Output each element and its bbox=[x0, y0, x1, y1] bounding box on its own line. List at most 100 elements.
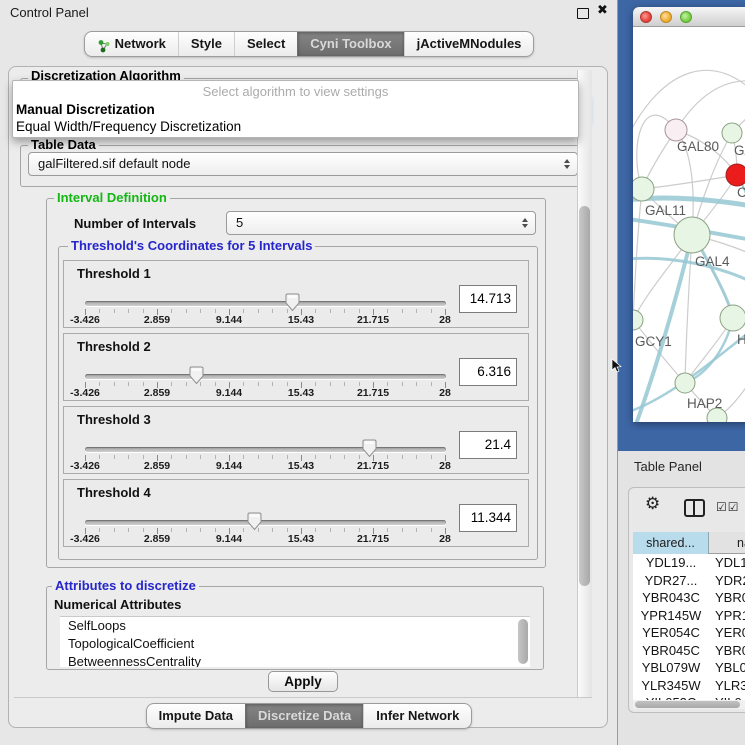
node-label: C bbox=[737, 185, 745, 200]
slider-tick bbox=[99, 309, 100, 313]
close-traffic-light-icon[interactable] bbox=[640, 11, 652, 23]
network-node[interactable] bbox=[722, 123, 742, 143]
slider-tick bbox=[143, 382, 144, 386]
numerical-attributes-list[interactable]: SelfLoopsTopologicalCoefficientBetweenne… bbox=[60, 616, 530, 667]
network-node[interactable] bbox=[726, 164, 745, 186]
column-header-name[interactable]: na bbox=[737, 532, 745, 554]
tab-label: Cyni Toolbox bbox=[310, 32, 391, 56]
tab-style[interactable]: Style bbox=[178, 32, 234, 56]
node-table[interactable]: shared... na YDL19...YDL1YDR27...YDR2YBR… bbox=[633, 532, 745, 702]
network-icon bbox=[97, 37, 110, 51]
node-label: GCY1 bbox=[635, 334, 672, 349]
attribute-list-item[interactable]: TopologicalCoefficient bbox=[60, 635, 530, 653]
float-window-icon[interactable] bbox=[577, 8, 589, 19]
slider-tick bbox=[143, 309, 144, 313]
network-canvas[interactable]: GAL80GACGAL11GAL4GCY1HHAP2 bbox=[633, 27, 745, 422]
network-node[interactable] bbox=[633, 310, 643, 330]
combo-stepper-icon[interactable] bbox=[520, 212, 530, 234]
table-row[interactable]: YER054CYER0 bbox=[633, 624, 745, 642]
panel-title: Control Panel bbox=[10, 5, 89, 20]
algorithm-option-2[interactable]: Equal Width/Frequency Discretization bbox=[15, 118, 576, 135]
network-window-titlebar[interactable] bbox=[633, 7, 745, 27]
slider-tick bbox=[416, 382, 417, 386]
tab-impute-data[interactable]: Impute Data bbox=[147, 704, 245, 728]
slider-thumb[interactable] bbox=[189, 366, 204, 390]
tab-cyni-toolbox[interactable]: Cyni Toolbox bbox=[297, 32, 403, 56]
slider-tick bbox=[344, 382, 345, 386]
tab-infer-network[interactable]: Infer Network bbox=[363, 704, 471, 728]
threshold-label: Threshold 4 bbox=[77, 485, 151, 500]
table-data-combobox-value: galFiltered.sif default node bbox=[38, 156, 190, 171]
control-panel-window: Control Panel ✖ NetworkStyle Select Cyni T… bbox=[0, 0, 618, 745]
interval-definition-title: Interval Definition bbox=[54, 191, 170, 205]
table-row[interactable]: YDR27...YDR2 bbox=[633, 572, 745, 590]
apply-button[interactable]: Apply bbox=[268, 671, 338, 692]
slider-tick bbox=[287, 455, 288, 459]
panel-scrollbar-thumb[interactable] bbox=[579, 206, 590, 586]
slider-tick bbox=[114, 528, 115, 532]
slider-tick bbox=[431, 528, 432, 532]
slider-tick bbox=[114, 382, 115, 386]
column-header-shared-name[interactable]: shared... bbox=[633, 532, 709, 554]
table-hscrollbar-thumb[interactable] bbox=[635, 701, 740, 708]
tab-network[interactable]: Network bbox=[85, 32, 178, 56]
slider-thumb[interactable] bbox=[362, 439, 377, 463]
slider-tick bbox=[243, 309, 244, 313]
network-edge bbox=[642, 175, 737, 189]
table-row[interactable]: YBR043CYBR0 bbox=[633, 589, 745, 607]
number-of-intervals-combobox[interactable]: 5 bbox=[226, 211, 536, 235]
table-data-combobox[interactable]: galFiltered.sif default node bbox=[28, 152, 578, 176]
split-view-icon[interactable] bbox=[684, 499, 705, 517]
table-row[interactable]: YPR145WYPR1 bbox=[633, 607, 745, 625]
threshold-value-field[interactable]: 14.713 bbox=[459, 285, 517, 313]
tab-label: Select bbox=[247, 32, 285, 56]
slider-track[interactable] bbox=[85, 374, 446, 379]
close-icon[interactable]: ✖ bbox=[597, 3, 608, 18]
network-node[interactable] bbox=[633, 177, 654, 201]
slider-track[interactable] bbox=[85, 447, 446, 452]
slider-tick-label: -3.426 bbox=[55, 387, 115, 399]
attribute-list-item[interactable]: SelfLoops bbox=[60, 617, 530, 635]
network-node[interactable] bbox=[665, 119, 687, 141]
slider-tick bbox=[171, 382, 172, 386]
thresholds-title: Threshold's Coordinates for 5 Intervals bbox=[68, 239, 315, 253]
slider-tick bbox=[215, 309, 216, 313]
cell-name: YBR0 bbox=[715, 642, 745, 660]
threshold-value-field[interactable]: 6.316 bbox=[459, 358, 517, 386]
threshold-value-field[interactable]: 11.344 bbox=[459, 504, 517, 532]
cell-shared-name: YPR145W bbox=[633, 607, 709, 625]
slider-tick bbox=[114, 455, 115, 459]
threshold-value-field[interactable]: 21.4 bbox=[459, 431, 517, 459]
table-row[interactable]: YBR045CYBR0 bbox=[633, 642, 745, 660]
slider-track[interactable] bbox=[85, 520, 446, 525]
network-node[interactable] bbox=[720, 305, 745, 331]
zoom-traffic-light-icon[interactable] bbox=[680, 11, 692, 23]
table-row[interactable]: YBL079WYBL0 bbox=[633, 659, 745, 677]
slider-tick bbox=[431, 309, 432, 313]
number-of-intervals-label: Number of Intervals bbox=[74, 216, 196, 231]
tab-select[interactable]: Select bbox=[234, 32, 297, 56]
slider-tick bbox=[186, 528, 187, 532]
slider-thumb[interactable] bbox=[285, 293, 300, 317]
tab-jactivemnodules[interactable]: jActiveMNodules bbox=[404, 32, 534, 56]
network-node[interactable] bbox=[674, 217, 710, 253]
threshold-3-panel: Threshold 3-3.4262.8599.14415.4321.71528… bbox=[63, 406, 529, 474]
minimize-traffic-light-icon[interactable] bbox=[660, 11, 672, 23]
slider-track[interactable] bbox=[85, 301, 446, 306]
tab-label: Discretize Data bbox=[258, 704, 351, 728]
table-row[interactable]: YDL19...YDL1 bbox=[633, 554, 745, 572]
cell-name: YDR2 bbox=[715, 572, 745, 590]
combo-stepper-icon[interactable] bbox=[562, 153, 572, 175]
algorithm-option-1[interactable]: Manual Discretization bbox=[15, 101, 576, 118]
list-scrollbar-thumb[interactable] bbox=[518, 619, 528, 664]
checkbox-icons[interactable]: ☑☑ bbox=[716, 500, 740, 514]
table-row[interactable]: YLR345WYLR3 bbox=[633, 677, 745, 695]
network-node[interactable] bbox=[675, 373, 695, 393]
slider-tick bbox=[200, 528, 201, 532]
threshold-1-panel: Threshold 1-3.4262.8599.14415.4321.71528… bbox=[63, 260, 529, 328]
tab-discretize-data[interactable]: Discretize Data bbox=[245, 704, 363, 728]
mouse-cursor bbox=[611, 358, 622, 373]
gear-icon[interactable]: ⚙ bbox=[645, 496, 660, 513]
attribute-list-item[interactable]: BetweennessCentrality bbox=[60, 653, 530, 667]
slider-thumb[interactable] bbox=[247, 512, 262, 536]
